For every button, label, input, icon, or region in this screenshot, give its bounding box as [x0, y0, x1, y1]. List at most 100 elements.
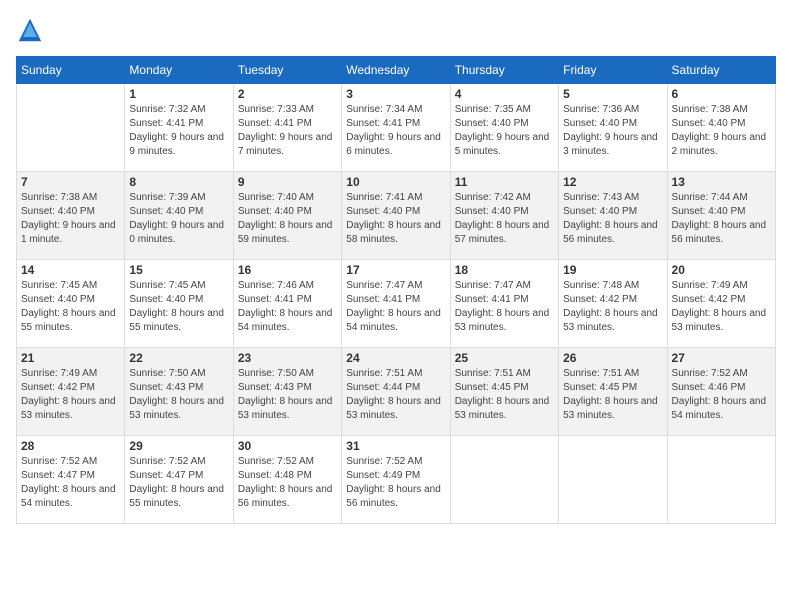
header-friday: Friday: [559, 57, 667, 84]
logo: [16, 16, 48, 44]
day-number: 20: [672, 263, 771, 277]
day-number: 15: [129, 263, 228, 277]
calendar-week-4: 21Sunrise: 7:49 AMSunset: 4:42 PMDayligh…: [17, 348, 776, 436]
calendar-cell: 21Sunrise: 7:49 AMSunset: 4:42 PMDayligh…: [17, 348, 125, 436]
day-number: 18: [455, 263, 554, 277]
day-number: 5: [563, 87, 662, 101]
header-sunday: Sunday: [17, 57, 125, 84]
calendar-cell: 10 Sunrise: 7:41 AMSunset: 4:40 PMDayligh…: [342, 172, 450, 260]
day-number: 6: [672, 87, 771, 101]
day-number: 2: [238, 87, 337, 101]
day-number: 31: [346, 439, 445, 453]
day-number: 11: [455, 175, 554, 189]
day-info: Sunrise: 7:38 AMSunset: 4:40 PMDaylight:…: [672, 103, 771, 159]
day-info: Sunrise: 7:50 AMSunset: 4:43 PMDaylight:…: [238, 367, 337, 423]
day-info: Sunrise: 7:51 AMSunset: 4:45 PMDaylight:…: [563, 367, 662, 423]
calendar-cell: 16 Sunrise: 7:46 AMSunset: 4:41 PMDayligh…: [233, 260, 341, 348]
calendar-cell: 1 Sunrise: 7:32 AMSunset: 4:41 PMDaylight…: [125, 84, 233, 172]
day-info: Sunrise: 7:51 AMSunset: 4:45 PMDaylight:…: [455, 367, 554, 423]
calendar-cell: 25 Sunrise: 7:51 AMSunset: 4:45 PMDayligh…: [450, 348, 558, 436]
day-info: Sunrise: 7:33 AMSunset: 4:41 PMDaylight:…: [238, 103, 337, 159]
day-info: Sunrise: 7:52 AMSunset: 4:47 PMDaylight:…: [129, 455, 228, 511]
day-info: Sunrise: 7:32 AMSunset: 4:41 PMDaylight:…: [129, 103, 228, 159]
day-info: Sunrise: 7:45 AMSunset: 4:40 PMDaylight:…: [129, 279, 228, 335]
day-info: Sunrise: 7:48 AMSunset: 4:42 PMDaylight:…: [563, 279, 662, 335]
day-number: 14: [21, 263, 120, 277]
calendar-week-1: 1 Sunrise: 7:32 AMSunset: 4:41 PMDaylight…: [17, 84, 776, 172]
header-wednesday: Wednesday: [342, 57, 450, 84]
calendar-cell: 14 Sunrise: 7:45 AMSunset: 4:40 PMDayligh…: [17, 260, 125, 348]
calendar-cell: 17 Sunrise: 7:47 AMSunset: 4:41 PMDayligh…: [342, 260, 450, 348]
calendar-cell: 5 Sunrise: 7:36 AMSunset: 4:40 PMDaylight…: [559, 84, 667, 172]
day-number: 7: [21, 175, 120, 189]
day-number: 19: [563, 263, 662, 277]
day-info: Sunrise: 7:52 AMSunset: 4:48 PMDaylight:…: [238, 455, 337, 511]
day-info: Sunrise: 7:41 AMSunset: 4:40 PMDaylight:…: [346, 191, 445, 247]
calendar-cell: 31Sunrise: 7:52 AMSunset: 4:49 PMDayligh…: [342, 436, 450, 524]
day-info: Sunrise: 7:46 AMSunset: 4:41 PMDaylight:…: [238, 279, 337, 335]
day-number: 22: [129, 351, 228, 365]
day-number: 3: [346, 87, 445, 101]
day-number: 29: [129, 439, 228, 453]
calendar-cell: 30 Sunrise: 7:52 AMSunset: 4:48 PMDayligh…: [233, 436, 341, 524]
header-saturday: Saturday: [667, 57, 775, 84]
day-number: 8: [129, 175, 228, 189]
day-number: 27: [672, 351, 771, 365]
calendar-cell: 6 Sunrise: 7:38 AMSunset: 4:40 PMDaylight…: [667, 84, 775, 172]
calendar-header-row: SundayMondayTuesdayWednesdayThursdayFrid…: [17, 57, 776, 84]
header-monday: Monday: [125, 57, 233, 84]
page-header: [16, 16, 776, 44]
day-info: Sunrise: 7:51 AMSunset: 4:44 PMDaylight:…: [346, 367, 445, 423]
calendar-cell: 26 Sunrise: 7:51 AMSunset: 4:45 PMDayligh…: [559, 348, 667, 436]
day-number: 4: [455, 87, 554, 101]
calendar-cell: [17, 84, 125, 172]
calendar-cell: 23 Sunrise: 7:50 AMSunset: 4:43 PMDayligh…: [233, 348, 341, 436]
calendar-cell: 18 Sunrise: 7:47 AMSunset: 4:41 PMDayligh…: [450, 260, 558, 348]
header-thursday: Thursday: [450, 57, 558, 84]
calendar-cell: 15 Sunrise: 7:45 AMSunset: 4:40 PMDayligh…: [125, 260, 233, 348]
day-info: Sunrise: 7:43 AMSunset: 4:40 PMDaylight:…: [563, 191, 662, 247]
day-number: 21: [21, 351, 120, 365]
calendar: SundayMondayTuesdayWednesdayThursdayFrid…: [16, 56, 776, 524]
day-number: 17: [346, 263, 445, 277]
day-info: Sunrise: 7:38 AMSunset: 4:40 PMDaylight:…: [21, 191, 120, 247]
calendar-cell: 24 Sunrise: 7:51 AMSunset: 4:44 PMDayligh…: [342, 348, 450, 436]
calendar-cell: 13Sunrise: 7:44 AMSunset: 4:40 PMDayligh…: [667, 172, 775, 260]
day-info: Sunrise: 7:36 AMSunset: 4:40 PMDaylight:…: [563, 103, 662, 159]
day-info: Sunrise: 7:50 AMSunset: 4:43 PMDaylight:…: [129, 367, 228, 423]
calendar-cell: 11 Sunrise: 7:42 AMSunset: 4:40 PMDayligh…: [450, 172, 558, 260]
day-number: 24: [346, 351, 445, 365]
day-number: 28: [21, 439, 120, 453]
calendar-cell: [450, 436, 558, 524]
day-number: 9: [238, 175, 337, 189]
calendar-week-3: 14 Sunrise: 7:45 AMSunset: 4:40 PMDayligh…: [17, 260, 776, 348]
day-number: 16: [238, 263, 337, 277]
calendar-week-2: 7 Sunrise: 7:38 AMSunset: 4:40 PMDaylight…: [17, 172, 776, 260]
day-info: Sunrise: 7:34 AMSunset: 4:41 PMDaylight:…: [346, 103, 445, 159]
calendar-cell: 28Sunrise: 7:52 AMSunset: 4:47 PMDayligh…: [17, 436, 125, 524]
day-number: 25: [455, 351, 554, 365]
calendar-cell: 4 Sunrise: 7:35 AMSunset: 4:40 PMDaylight…: [450, 84, 558, 172]
calendar-week-5: 28 Sunrise: 7:52 AMSunset: 4:47 PMDayligh…: [17, 436, 776, 524]
day-number: 10: [346, 175, 445, 189]
day-number: 30: [238, 439, 337, 453]
day-number: 1: [129, 87, 228, 101]
day-info: Sunrise: 7:39 AMSunset: 4:40 PMDaylight:…: [129, 191, 228, 247]
day-info: Sunrise: 7:52 AMSunset: 4:46 PMDaylight:…: [672, 367, 771, 423]
day-info: Sunrise: 7:42 AMSunset: 4:40 PMDaylight:…: [455, 191, 554, 247]
day-number: 12: [563, 175, 662, 189]
day-info: Sunrise: 7:44 AMSunset: 4:40 PMDaylight:…: [672, 191, 771, 247]
day-info: Sunrise: 7:35 AMSunset: 4:40 PMDaylight:…: [455, 103, 554, 159]
day-number: 23: [238, 351, 337, 365]
calendar-cell: 29 Sunrise: 7:52 AMSunset: 4:47 PMDayligh…: [125, 436, 233, 524]
calendar-cell: [559, 436, 667, 524]
calendar-cell: 9Sunrise: 7:40 AMSunset: 4:40 PMDaylight…: [233, 172, 341, 260]
calendar-cell: 22 Sunrise: 7:50 AMSunset: 4:43 PMDayligh…: [125, 348, 233, 436]
day-info: Sunrise: 7:49 AMSunset: 4:42 PMDaylight:…: [672, 279, 771, 335]
day-number: 26: [563, 351, 662, 365]
day-info: Sunrise: 7:47 AMSunset: 4:41 PMDaylight:…: [455, 279, 554, 335]
calendar-cell: [667, 436, 775, 524]
day-info: Sunrise: 7:45 AMSunset: 4:40 PMDaylight:…: [21, 279, 120, 335]
calendar-cell: 19 Sunrise: 7:48 AMSunset: 4:42 PMDayligh…: [559, 260, 667, 348]
day-info: Sunrise: 7:47 AMSunset: 4:41 PMDaylight:…: [346, 279, 445, 335]
